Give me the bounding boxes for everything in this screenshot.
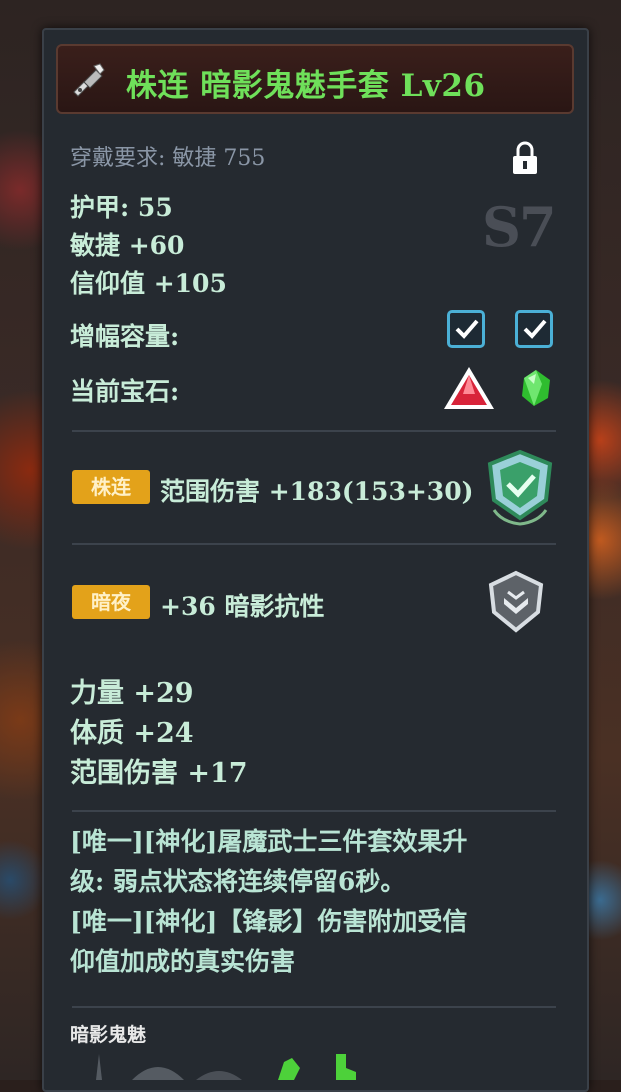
description-line: [唯一][神化]【锋影】伤害附加受信 [70, 907, 468, 936]
grade-badge: S7 [482, 195, 557, 259]
set-piece-helmet-icon[interactable] [130, 1054, 186, 1080]
bonus-stat-constitution: 体质 +24 [70, 718, 194, 749]
set-piece-armor-icon[interactable] [194, 1058, 244, 1080]
set-piece-weapon-icon[interactable] [84, 1054, 114, 1080]
stat-faith: 信仰值 +105 [70, 269, 227, 298]
gloves-icon [73, 63, 105, 97]
checkmark-icon [455, 319, 479, 339]
red-triangle-gem-icon[interactable] [442, 364, 496, 412]
section-divider [72, 1006, 556, 1008]
description-line: 级: 弱点状态将连续停留6秒。 [70, 867, 406, 896]
set-piece-boots-icon[interactable] [330, 1054, 360, 1080]
item-tooltip-panel: 株连 暗影鬼魅手套 Lv26 穿戴要求: 敏捷 755 护甲: 55 敏捷 +6… [42, 28, 589, 1092]
silver-shield-icon [488, 570, 544, 633]
amplify-capacity-label: 增幅容量: [70, 322, 180, 351]
lock-icon[interactable] [510, 140, 540, 176]
affix-tag-zhulian: 株连 [72, 470, 150, 504]
wear-requirement: 穿戴要求: 敏捷 755 [70, 146, 266, 171]
green-gem-icon[interactable] [518, 368, 554, 408]
affix-text-area-damage: 范围伤害 +183(153+30) [160, 477, 474, 506]
bonus-stat-strength: 力量 +29 [70, 678, 194, 709]
amplify-slot-2-checkbox[interactable] [515, 310, 553, 348]
bonus-stat-area-damage: 范围伤害 +17 [70, 758, 248, 789]
item-description: [唯一][神化]屠魔武士三件套效果升 级: 弱点状态将连续停留6秒。 [唯一][… [70, 822, 570, 982]
item-title-bar: 株连 暗影鬼魅手套 Lv26 [56, 44, 574, 114]
set-name: 暗影鬼魅 [70, 1024, 147, 1046]
item-title: 株连 暗影鬼魅手套 Lv26 [126, 68, 486, 104]
checkmark-icon [523, 319, 547, 339]
section-divider [72, 430, 556, 432]
affix-text-shadow-resist: +36 暗影抗性 [160, 592, 325, 621]
section-divider [72, 810, 556, 812]
set-pieces-row [84, 1054, 384, 1080]
description-line: 仰值加成的真实伤害 [70, 947, 296, 976]
shield-emblem-icon [487, 449, 553, 526]
stat-armor: 护甲: 55 [70, 193, 173, 222]
section-divider [72, 543, 556, 545]
amplify-slot-1-checkbox[interactable] [447, 310, 485, 348]
affix-tag-anye: 暗夜 [72, 585, 150, 619]
description-line: [唯一][神化]屠魔武士三件套效果升 [70, 827, 468, 856]
current-gem-label: 当前宝石: [70, 377, 180, 406]
stat-agility: 敏捷 +60 [70, 231, 185, 260]
set-piece-gloves-icon[interactable] [274, 1054, 304, 1080]
